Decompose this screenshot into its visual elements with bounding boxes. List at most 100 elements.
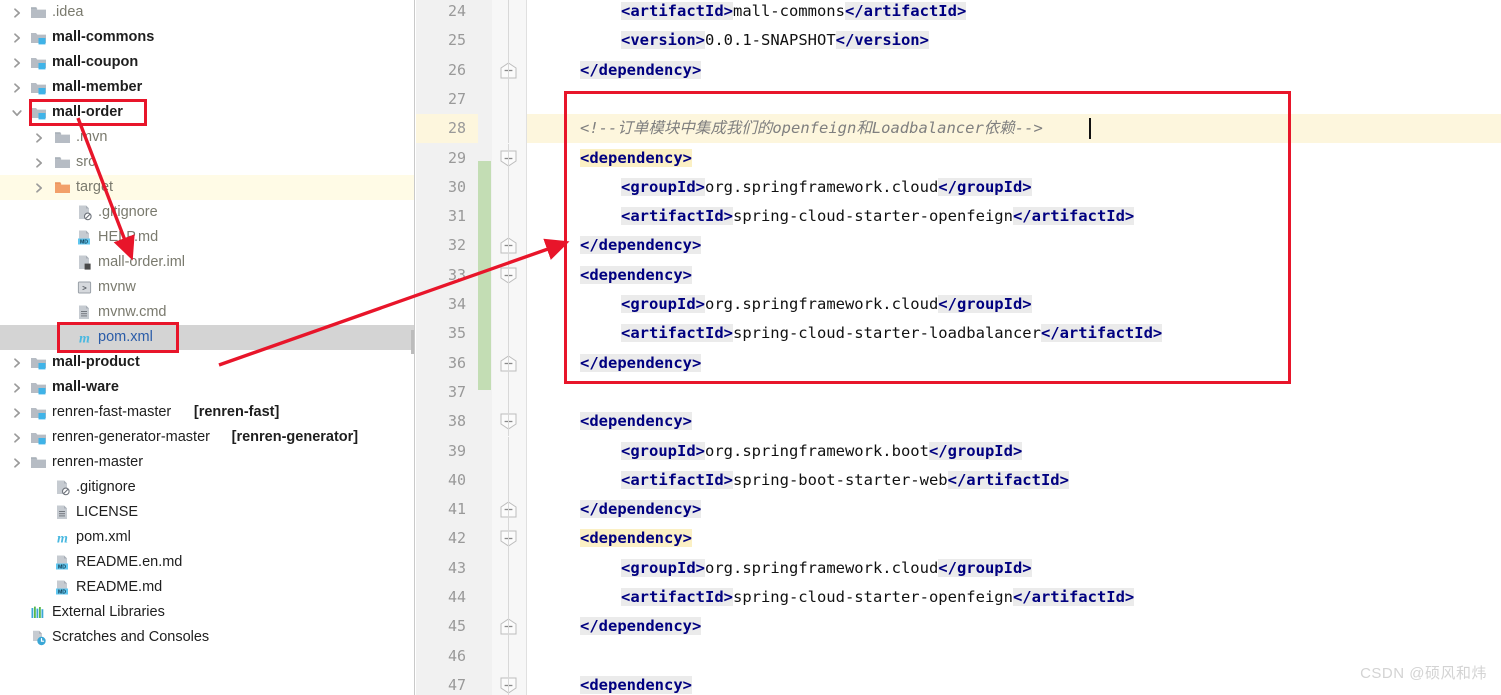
tree-item-external-libraries[interactable]: External Libraries <box>0 600 415 625</box>
tree-item-readme-md[interactable]: MD README.md <box>0 575 415 600</box>
tree-item-readme-en-md[interactable]: MD README.en.md <box>0 550 415 575</box>
code-line[interactable]: <version>0.0.1-SNAPSHOT</version> <box>621 26 929 55</box>
fold-region-line <box>508 260 509 290</box>
line-number[interactable]: 33 <box>416 261 466 290</box>
twisty-collapsed-icon[interactable] <box>32 175 46 200</box>
line-number[interactable]: 27 <box>416 85 466 114</box>
code-line[interactable]: <dependency> <box>580 144 692 173</box>
line-number[interactable]: 31 <box>416 202 466 231</box>
line-number[interactable]: 36 <box>416 349 466 378</box>
code-line[interactable]: <artifactId>spring-cloud-starter-loadbal… <box>621 319 1163 348</box>
twisty-expanded-icon[interactable] <box>10 100 24 125</box>
code-text-area[interactable]: <artifactId>mall-commons</artifactId> <ve… <box>527 0 1501 695</box>
fold-region-line <box>508 0 509 27</box>
line-number[interactable]: 29 <box>416 144 466 173</box>
code-token-tag: <artifactId> <box>621 470 733 489</box>
tree-item-help-md[interactable]: MD HELP.md <box>0 225 415 250</box>
line-number[interactable]: 28 <box>416 114 466 143</box>
tree-item-renren-generator-master[interactable]: renren-generator-master [renren-generator… <box>0 425 415 450</box>
tree-item-mall-member[interactable]: mall-member <box>0 75 415 100</box>
code-token-txt: org.springframework.boot <box>705 441 929 460</box>
code-folding-column[interactable] <box>492 0 527 695</box>
vcs-change-marker[interactable] <box>478 161 491 390</box>
twisty-collapsed-icon[interactable] <box>32 125 46 150</box>
line-number[interactable]: 42 <box>416 524 466 553</box>
twisty-collapsed-icon[interactable] <box>10 450 24 475</box>
code-line[interactable]: <artifactId>spring-cloud-starter-openfei… <box>621 202 1135 231</box>
tree-item-license[interactable]: LICENSE <box>0 500 415 525</box>
code-editor[interactable]: 24 25 26 27 28 29 30 31 32 33 34 35 36 37 38 39 40 41 42 43… <box>416 0 1501 695</box>
line-number[interactable]: 34 <box>416 290 466 319</box>
code-line[interactable]: </dependency> <box>580 495 702 524</box>
line-number[interactable]: 38 <box>416 407 466 436</box>
tree-item-idea[interactable]: .idea <box>0 0 415 25</box>
code-line[interactable]: <groupId>org.springframework.cloud</grou… <box>621 554 1032 583</box>
folder-module-icon <box>30 100 48 125</box>
tree-item-src[interactable]: src <box>0 150 415 175</box>
tree-item-order-gitignore[interactable]: .gitignore <box>0 200 415 225</box>
svg-text:m: m <box>79 332 90 347</box>
tree-item-mall-commons[interactable]: mall-commons <box>0 25 415 50</box>
line-number[interactable]: 47 <box>416 671 466 695</box>
line-number[interactable]: 43 <box>416 554 466 583</box>
tree-item-root-pom-xml[interactable]: m pom.xml <box>0 525 415 550</box>
tree-item-mall-ware[interactable]: mall-ware <box>0 375 415 400</box>
tree-item-target[interactable]: target <box>0 175 415 200</box>
line-number[interactable]: 46 <box>416 642 466 671</box>
code-token-txt: mall-commons <box>732 2 845 20</box>
twisty-collapsed-icon[interactable] <box>10 50 24 75</box>
code-line[interactable]: <groupId>org.springframework.boot</group… <box>621 437 1023 466</box>
code-line[interactable]: <dependency> <box>580 261 692 290</box>
tree-item-mall-order[interactable]: mall-order <box>0 100 415 125</box>
line-number[interactable]: 44 <box>416 583 466 612</box>
code-line[interactable]: <artifactId>spring-boot-starter-web</art… <box>621 466 1069 495</box>
twisty-collapsed-icon[interactable] <box>32 150 46 175</box>
line-number[interactable]: 25 <box>416 26 466 55</box>
line-number[interactable]: 26 <box>416 56 466 85</box>
project-tool-window[interactable]: .idea mall-commons mall-coupon mall-member m… <box>0 0 415 695</box>
code-line[interactable]: <groupId>org.springframework.cloud</grou… <box>621 290 1032 319</box>
tree-item-root-gitignore[interactable]: .gitignore <box>0 475 415 500</box>
code-line[interactable]: <artifactId>mall-commons</artifactId> <box>621 0 967 26</box>
twisty-collapsed-icon[interactable] <box>10 375 24 400</box>
code-line[interactable]: </dependency> <box>580 612 702 641</box>
twisty-collapsed-icon[interactable] <box>10 0 24 25</box>
twisty-collapsed-icon[interactable] <box>10 25 24 50</box>
code-line[interactable]: <dependency> <box>580 524 692 553</box>
tree-item-order-pom-xml[interactable]: m pom.xml <box>0 325 415 350</box>
code-line[interactable]: </dependency> <box>580 56 702 85</box>
tree-item-suffix: [renren-generator] <box>231 429 359 445</box>
twisty-collapsed-icon[interactable] <box>10 425 24 450</box>
editor-gutter[interactable]: 24 25 26 27 28 29 30 31 32 33 34 35 36 37 38 39 40 41 42 43… <box>416 0 499 695</box>
code-line[interactable]: <!--订单模块中集成我们的openfeign和Loadbalancer依赖--… <box>580 114 1043 143</box>
twisty-collapsed-icon[interactable] <box>10 350 24 375</box>
tree-item-mall-product[interactable]: mall-product <box>0 350 415 375</box>
code-line[interactable]: </dependency> <box>580 349 702 378</box>
line-number[interactable]: 40 <box>416 466 466 495</box>
line-number[interactable]: 32 <box>416 231 466 260</box>
code-line[interactable]: <groupId>org.springframework.cloud</grou… <box>621 173 1032 202</box>
tree-item-mall-coupon[interactable]: mall-coupon <box>0 50 415 75</box>
tree-item-scratches-and-consoles[interactable]: Scratches and Consoles <box>0 625 415 650</box>
code-line[interactable]: <dependency> <box>580 407 692 436</box>
twisty-collapsed-icon[interactable] <box>10 75 24 100</box>
code-line[interactable]: <dependency> <box>580 671 692 695</box>
fold-region-line <box>508 319 509 349</box>
line-number[interactable]: 45 <box>416 612 466 641</box>
tree-item-mvnw-cmd[interactable]: mvnw.cmd <box>0 300 415 325</box>
code-line[interactable]: <artifactId>spring-cloud-starter-openfei… <box>621 583 1135 612</box>
line-number[interactable]: 30 <box>416 173 466 202</box>
project-tree-rows[interactable]: .idea mall-commons mall-coupon mall-member m… <box>0 0 415 650</box>
line-number[interactable]: 37 <box>416 378 466 407</box>
line-number[interactable]: 24 <box>416 0 466 26</box>
tree-item-renren-fast-master[interactable]: renren-fast-master [renren-fast] <box>0 400 415 425</box>
tree-item-mvnw[interactable]: > mvnw <box>0 275 415 300</box>
tree-item-mvn[interactable]: .mvn <box>0 125 415 150</box>
twisty-collapsed-icon[interactable] <box>10 400 24 425</box>
line-number[interactable]: 41 <box>416 495 466 524</box>
line-number[interactable]: 35 <box>416 319 466 348</box>
line-number[interactable]: 39 <box>416 437 466 466</box>
tree-item-renren-master[interactable]: renren-master <box>0 450 415 475</box>
code-line[interactable]: </dependency> <box>580 231 702 260</box>
tree-item-mall-order-iml[interactable]: mall-order.iml <box>0 250 415 275</box>
